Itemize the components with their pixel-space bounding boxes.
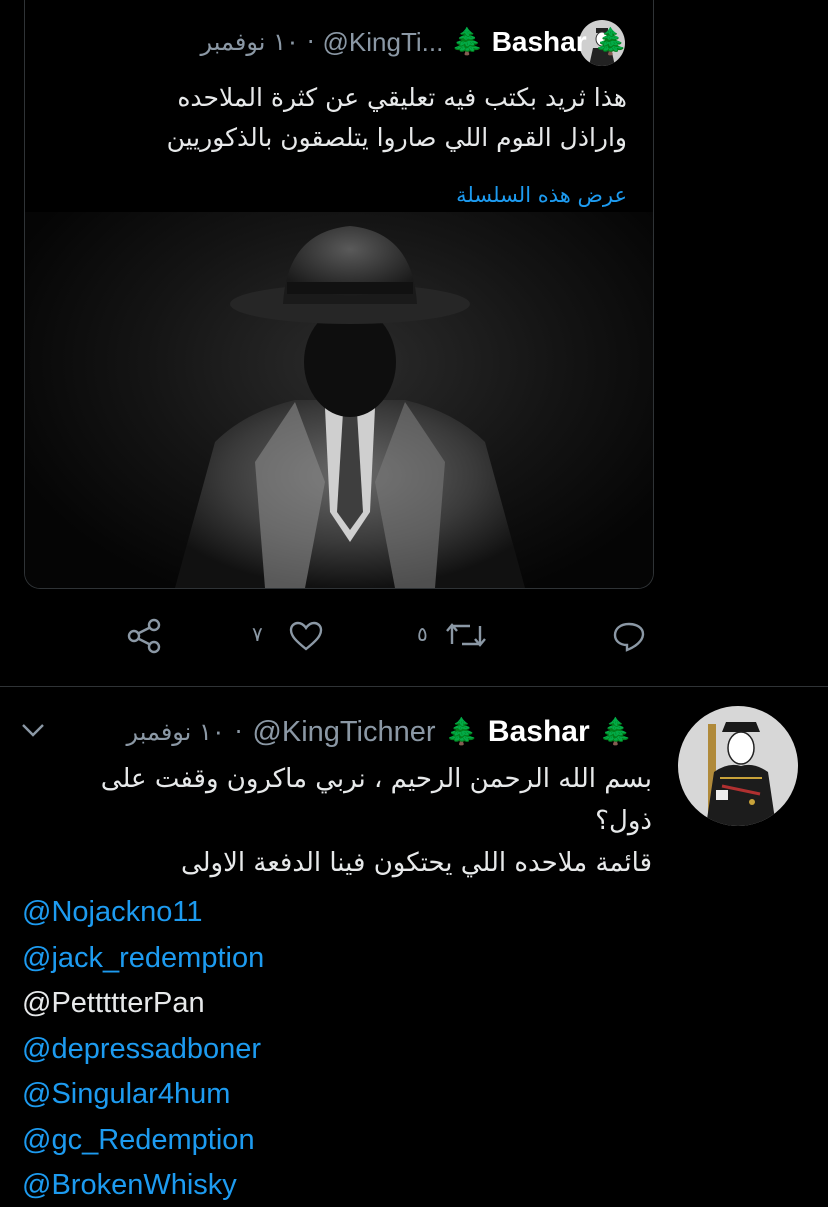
quoted-text-line: واراذل القوم اللي صاروا يتلصقون بالذكوري…: [166, 123, 627, 152]
dot-separator: ·: [234, 718, 243, 746]
tweet-date[interactable]: ١٠ نوفمبر: [126, 718, 224, 746]
quoted-text-line: هذا ثريد بكتب فيه تعليقي عن كثرة الملاحد…: [177, 83, 627, 112]
tweet-text-line: قائمة ملاحده اللي يحتكون فينا الدفعة الا…: [180, 848, 652, 878]
reply-icon: [613, 622, 645, 652]
share-button[interactable]: [126, 618, 162, 658]
tree-emoji-icon: 🌲: [594, 27, 627, 57]
tree-emoji-icon: 🌲: [599, 717, 632, 747]
quoted-author-handle[interactable]: @KingTi...: [323, 27, 444, 58]
quoted-tweet-text: هذا ثريد بكتب فيه تعليقي عن كثرة الملاحد…: [47, 78, 627, 158]
like-button[interactable]: [288, 620, 324, 656]
man-in-fedora-photo: [175, 226, 525, 588]
retweet-icon: [446, 623, 486, 647]
heart-icon: [289, 621, 323, 651]
quoted-tweet-date[interactable]: ١٠ نوفمبر: [201, 28, 299, 56]
mention-link[interactable]: @Singular4hum: [22, 1072, 230, 1116]
tweet-text-line: بسم الله الرحمن الرحيم ، نربي ماكرون وقف…: [100, 764, 652, 794]
reply-button[interactable]: [612, 620, 646, 656]
tweet-media-image[interactable]: [25, 212, 653, 588]
chevron-down-icon: [22, 724, 44, 737]
quoted-tweet-card[interactable]: 🌲 Bashar 🌲 @KingTi... · ١٠ نوفمبر هذا ثر…: [24, 0, 654, 589]
tweet-menu-button[interactable]: [20, 720, 46, 744]
tweet-header: 🌲 Bashar 🌲 @KingTichner · ١٠ نوفمبر: [126, 712, 632, 752]
mention-link[interactable]: @Nojackno11: [22, 890, 202, 934]
retweet-count: ٥: [417, 622, 428, 646]
tree-emoji-icon: 🌲: [451, 27, 484, 57]
mention-link[interactable]: @jack_redemption: [22, 936, 264, 980]
quoted-author-name[interactable]: Bashar: [492, 26, 587, 58]
tweet-text: بسم الله الرحمن الرحيم ، نربي ماكرون وقف…: [32, 758, 652, 884]
mention-link[interactable]: @BrokenWhisky: [22, 1163, 237, 1207]
mention-link[interactable]: @depressadboner: [22, 1027, 261, 1071]
retweet-button[interactable]: [446, 620, 486, 654]
author-avatar[interactable]: [678, 706, 798, 826]
author-name[interactable]: Bashar: [488, 715, 590, 749]
share-icon: [127, 618, 161, 654]
tweet-text-line: ذول؟: [595, 806, 652, 836]
quoted-tweet-header: 🌲 Bashar 🌲 @KingTi... · ١٠ نوفمبر: [201, 24, 627, 60]
show-thread-link[interactable]: عرض هذه السلسلة: [456, 178, 627, 212]
mention-link[interactable]: @PettttterPan: [22, 981, 205, 1025]
tree-emoji-icon: 🌲: [445, 717, 478, 747]
author-handle[interactable]: @KingTichner: [252, 716, 435, 749]
dot-separator: ·: [306, 28, 315, 56]
avatar-uniform-icon: [706, 722, 776, 826]
mention-link[interactable]: @gc_Redemption: [22, 1118, 255, 1162]
tweet-divider: [0, 686, 828, 687]
like-count: ٧: [252, 622, 263, 646]
